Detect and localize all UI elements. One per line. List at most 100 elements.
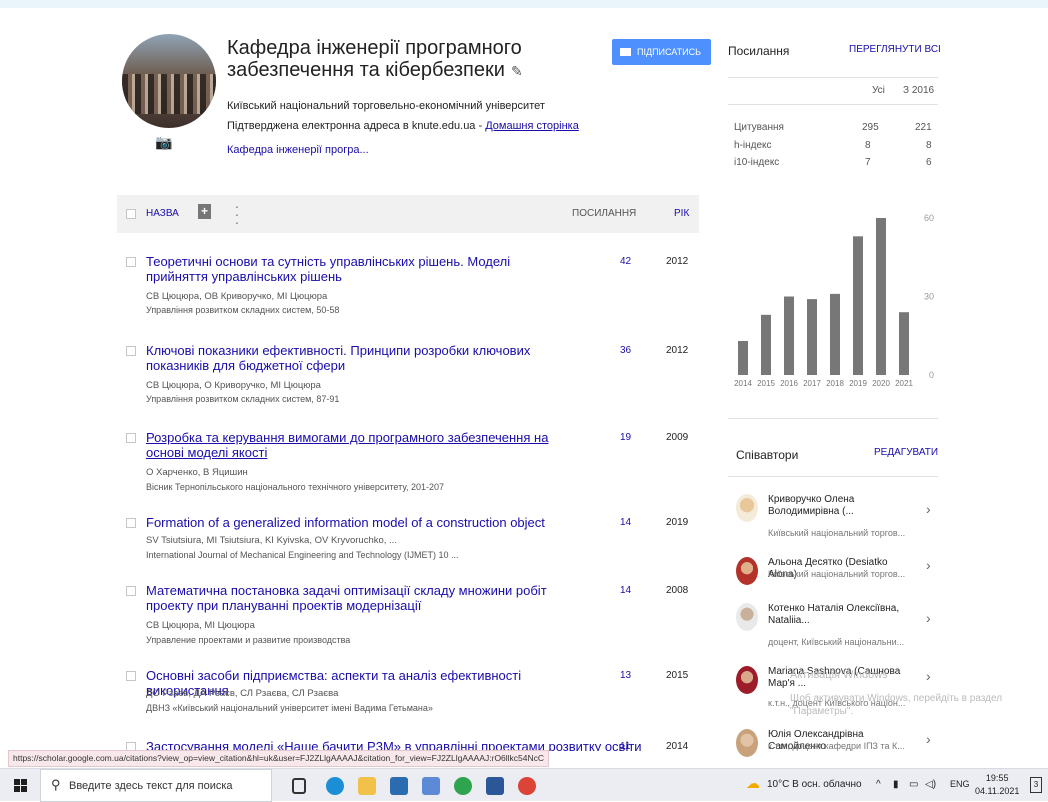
sort-by-cited[interactable]: ПОСИЛАННЯ <box>572 208 636 219</box>
sort-by-year[interactable]: РІК <box>674 208 689 219</box>
select-all-checkbox[interactable] <box>126 209 136 219</box>
chrome-icon[interactable] <box>454 777 472 795</box>
file-explorer-icon[interactable] <box>358 777 376 795</box>
article-cited-link[interactable]: 19 <box>620 432 631 443</box>
chart-bar[interactable] <box>784 296 794 376</box>
chart-bar[interactable] <box>899 312 909 375</box>
battery-icon[interactable]: ▭ <box>909 779 918 790</box>
chart-bar[interactable] <box>738 340 748 375</box>
more-vert-icon[interactable]: · · · <box>234 199 240 229</box>
coauthor-name[interactable]: Котенко Наталія Олексіївна, Nataliia... <box>768 603 918 627</box>
article-cited-link[interactable]: 11 <box>620 741 630 751</box>
article-venue: Управління розвитком складних систем, 87… <box>146 394 340 404</box>
article-title-link[interactable]: Formation of a generalized information m… <box>146 515 586 530</box>
coauthor-affiliation: к.т.н., доцент кафедри ІПЗ та К... <box>768 741 905 751</box>
windows-taskbar: ⚲ Введите здесь текст для поиска ☁ 10°C … <box>0 768 1048 802</box>
article-title-link[interactable]: Теоретичні основи та сутність управлінсь… <box>146 254 556 284</box>
chevron-right-icon[interactable]: › <box>926 557 931 573</box>
chart-bar[interactable] <box>807 299 817 375</box>
row-checkbox[interactable] <box>126 346 136 356</box>
chart-bar[interactable] <box>830 293 840 375</box>
article-cited-link[interactable]: 14 <box>620 517 631 528</box>
word-icon[interactable] <box>486 777 504 795</box>
article-venue: International Journal of Mechanical Engi… <box>146 550 459 560</box>
homepage-link[interactable]: Домашня сторінка <box>485 120 579 132</box>
article-authors: SV Tsiutsiura, MI Tsiutsiura, KI Kyivska… <box>146 535 397 546</box>
article-authors: О Харченко, В Яцишин <box>146 467 248 478</box>
col-all-label: Усі <box>872 85 885 96</box>
edit-pencil-icon[interactable]: ✎ <box>511 63 523 79</box>
chevron-right-icon[interactable]: › <box>926 731 931 747</box>
article-cited-link[interactable]: 42 <box>620 256 631 267</box>
add-article-icon[interactable]: + <box>198 204 211 219</box>
article-title-link[interactable]: Математична постановка задачі оптимізаці… <box>146 583 556 613</box>
chart-x-label: 2020 <box>872 379 890 388</box>
row-checkbox[interactable] <box>126 671 136 681</box>
speaker-icon[interactable]: ◁) <box>925 779 936 790</box>
row-checkbox[interactable] <box>126 433 136 443</box>
camera-icon[interactable]: 📷 <box>155 134 172 151</box>
article-year: 2012 <box>666 345 689 356</box>
notifications-icon[interactable]: 3 <box>1030 777 1042 793</box>
stat-label: h-індекс <box>734 140 772 151</box>
tray-chevron-icon[interactable]: ^ <box>876 779 881 790</box>
divider <box>728 418 938 419</box>
stat-since: 8 <box>926 140 932 151</box>
edit-coauthors-link[interactable]: РЕДАГУВАТИ <box>874 447 938 458</box>
article-cited-link[interactable]: 36 <box>620 345 631 356</box>
search-icon: ⚲ <box>51 777 61 792</box>
row-checkbox[interactable] <box>126 586 136 596</box>
language-indicator[interactable]: ENG <box>950 779 970 789</box>
apps-icon[interactable] <box>422 777 440 795</box>
chart-bar[interactable] <box>876 218 886 375</box>
view-all-link[interactable]: ПЕРЕГЛЯНУТИ ВСІ <box>849 44 941 55</box>
browser-top-strip <box>0 0 1048 8</box>
chevron-right-icon[interactable]: › <box>926 610 931 626</box>
clock-date: 04.11.2021 <box>975 786 1020 796</box>
article-year: 2008 <box>666 585 689 596</box>
weather-icon[interactable]: ☁ <box>746 775 760 792</box>
article-venue: Управління розвитком складних систем, 50… <box>146 305 340 315</box>
row-checkbox[interactable] <box>126 257 136 267</box>
divider <box>728 77 938 78</box>
article-title-link[interactable]: Ключові показники ефективності. Принципи… <box>146 343 556 373</box>
article-cited-link[interactable]: 14 <box>620 585 631 596</box>
weather-text[interactable]: 10°C В осн. облачно <box>767 779 862 790</box>
article-authors: СВ Цюцюра, ОВ Криворучко, МІ Цюцюра <box>146 291 328 302</box>
coauthor-name[interactable]: Криворучко Олена Володимирівна (... <box>768 494 918 518</box>
follow-button[interactable]: ПІДПИСАТИСЬ <box>612 39 711 65</box>
chevron-right-icon[interactable]: › <box>926 501 931 517</box>
article-title-link[interactable]: Розробка та керування вимогами до програ… <box>146 430 556 460</box>
article-cited-link[interactable]: 13 <box>620 670 631 681</box>
chart-bar[interactable] <box>761 314 771 375</box>
coauthor-avatar <box>736 494 758 522</box>
coauthor-affiliation: доцент, Київський національни... <box>768 637 905 647</box>
chart-x-label: 2021 <box>895 379 913 388</box>
profile-email: Підтверджена електронна адреса в knute.e… <box>227 120 579 132</box>
task-view-icon[interactable] <box>292 778 306 794</box>
article-authors: СВ Цюцюра, О Криворучко, МІ Цюцюра <box>146 380 321 391</box>
profile-interest-link[interactable]: Кафедра інженерії програ... <box>227 144 369 156</box>
article-year: 2014 <box>666 741 689 751</box>
envelope-icon <box>620 48 631 56</box>
coauthor-avatar <box>736 729 758 757</box>
profile-avatar[interactable] <box>122 34 216 128</box>
windows-start-icon[interactable] <box>14 779 28 793</box>
taskbar-search-input[interactable]: ⚲ Введите здесь текст для поиска <box>40 769 272 802</box>
profile-name-text: Кафедра інженерії програмного забезпечен… <box>227 37 522 81</box>
sort-by-title[interactable]: НАЗВА <box>146 208 179 219</box>
chrome-active-icon[interactable] <box>518 777 536 795</box>
chevron-right-icon[interactable]: › <box>926 668 931 684</box>
stat-label: i10-індекс <box>734 157 780 168</box>
edge-browser-icon[interactable] <box>326 777 344 795</box>
citations-bar-chart: 2014 2015 2016 2017 2018 2019 2020 2021 60 30 0 <box>734 213 934 388</box>
row-checkbox[interactable] <box>126 518 136 528</box>
divider <box>728 104 938 105</box>
mail-icon[interactable] <box>390 777 408 795</box>
chart-bar[interactable] <box>853 236 863 375</box>
taskbar-clock[interactable]: 19:55 04.11.2021 <box>975 772 1019 798</box>
coauthor-affiliation: Київський національний торгов... <box>768 528 906 538</box>
network-icon[interactable]: ▮ <box>893 779 899 790</box>
divider <box>728 476 938 477</box>
status-url: https://scholar.google.com.ua/citations?… <box>8 750 550 767</box>
